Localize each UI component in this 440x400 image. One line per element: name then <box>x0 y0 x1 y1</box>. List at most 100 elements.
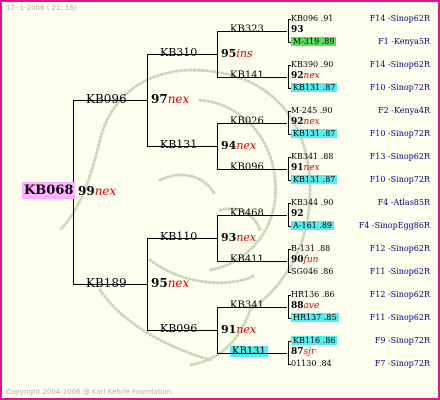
gen2-bracket <box>217 122 218 169</box>
gen4-ancestor: KB116 .86 <box>291 336 338 345</box>
gen3-bracket-top <box>288 203 291 204</box>
gen4-breeder-code: F11 -Sinop62R <box>369 313 430 322</box>
gen3-node-name: KB468 <box>230 207 264 219</box>
gen3-bracket <box>288 203 289 226</box>
gen4-breeder-code: F7 -Sinop72R <box>374 359 430 368</box>
gen3-bracket <box>288 111 289 134</box>
gen2-node: KB096 <box>160 323 197 334</box>
gen4-ancestor-label: KB131 .87 <box>291 129 338 138</box>
gen4-ancestor: KB131 .87 <box>291 175 338 184</box>
gen3-bracket-bottom <box>288 134 291 135</box>
gen2-node: KB310 <box>160 47 197 58</box>
gen2-node-score: 95ins <box>221 48 253 59</box>
gen3-connector <box>217 352 287 354</box>
gen3-node-score-suffix: ave <box>303 300 320 311</box>
gen3-bracket <box>288 65 289 88</box>
gen1-node-score-number: 97 <box>151 91 168 106</box>
gen3-connector <box>217 260 287 262</box>
gen3-node-score: 92nex <box>291 70 320 81</box>
gen4-breeder-code: F10 -Sinop72R <box>369 83 430 92</box>
gen3-node: KB131 <box>230 345 268 357</box>
gen0-node: KB068 <box>22 181 76 199</box>
gen4-breeder-code: F4 -Atlas85R <box>377 198 430 207</box>
gen4-breeder-code: F12 -Sinop62R <box>369 290 430 299</box>
gen2-node-name: KB096 <box>160 321 198 335</box>
gen4-ancestor: KB131 .87 <box>291 83 338 92</box>
gen3-node-score-suffix: sjr <box>303 346 316 357</box>
report-timestamp: 17- 1-2006 ( 21: 16) <box>6 4 77 12</box>
gen3-connector <box>217 168 287 170</box>
gen3-node-name: KB323 <box>230 23 264 35</box>
gen1-node-score-suffix: nex <box>167 275 190 290</box>
gen3-bracket-bottom <box>288 88 291 89</box>
gen3-bracket-top <box>288 341 291 342</box>
gen4-ancestor-label: KB131 .87 <box>291 83 338 92</box>
gen4-ancestor: KB344 .90 <box>291 199 333 207</box>
gen1-node: KB096 <box>86 93 127 105</box>
gen0-node-score-number: 99 <box>78 183 95 198</box>
gen2-node-score: 93nex <box>221 232 256 243</box>
gen2-node-score-number: 95 <box>221 46 237 60</box>
gen3-bracket <box>288 295 289 318</box>
gen1-bracket <box>147 53 148 146</box>
gen4-breeder-code: F10 -Sinop72R <box>369 129 430 138</box>
gen2-node: KB131 <box>160 139 197 150</box>
gen2-bracket <box>217 30 218 77</box>
gen3-node-score-suffix: nex <box>303 162 320 173</box>
gen2-node-score: 91nex <box>221 324 256 335</box>
gen4-ancestor-label: KB131 .87 <box>291 175 338 184</box>
gen3-node-score-number: 90 <box>291 254 304 265</box>
gen2-node-score-number: 93 <box>221 230 237 244</box>
gen4-ancestor-label: M-245 .90 <box>291 106 333 115</box>
gen1-node-score-number: 95 <box>151 275 168 290</box>
gen2-node-score-suffix: nex <box>236 230 257 244</box>
gen1-bracket <box>147 237 148 330</box>
gen4-ancestor: 01130 .84 <box>291 360 332 368</box>
gen2-node-score-suffix: nex <box>236 138 257 152</box>
gen3-node-score-number: 91 <box>291 162 304 173</box>
gen3-connector <box>217 122 287 124</box>
gen3-node-score-number: 88 <box>291 300 304 311</box>
gen4-breeder-code: F4 -SinopEgg86R <box>358 221 430 230</box>
gen2-node-score: 94nex <box>221 140 256 151</box>
gen4-ancestor: SG046 .86 <box>291 268 333 276</box>
gen3-node-name: KB141 <box>230 69 264 81</box>
gen3-bracket <box>288 19 289 42</box>
gen3-bracket <box>288 157 289 180</box>
gen4-ancestor-label: HR137 .85 <box>291 313 339 322</box>
gen3-node: KB323 <box>230 23 264 35</box>
gen4-ancestor-label: A-161 .89 <box>291 221 335 230</box>
gen3-bracket-bottom <box>288 364 291 365</box>
gen1-node-score: 95nex <box>151 277 189 289</box>
gen3-node-score-suffix: nex <box>303 70 320 81</box>
gen2-node: KB110 <box>160 231 197 242</box>
gen3-bracket-top <box>288 295 291 296</box>
gen4-breeder-code: F14 -Sinop62R <box>369 60 430 69</box>
gen1-node-score-suffix: nex <box>167 91 190 106</box>
gen2-node-name: KB131 <box>160 137 198 151</box>
gen2-node-name: KB310 <box>160 45 198 59</box>
gen1-node-name: KB096 <box>86 91 127 106</box>
gen4-ancestor: A-161 .89 <box>291 221 335 230</box>
gen4-breeder-code: F10 -Sinop72R <box>369 175 430 184</box>
gen3-node-score-number: 93 <box>291 24 304 35</box>
gen3-connector <box>217 76 287 78</box>
gen3-bracket-bottom <box>288 226 291 227</box>
gen2-connector <box>147 145 217 147</box>
gen3-node-score: 87sjr <box>291 346 316 357</box>
gen1-connector <box>73 283 147 285</box>
gen4-ancestor: KB131 .87 <box>291 129 338 138</box>
gen3-bracket-bottom <box>288 318 291 319</box>
gen4-breeder-code: F9 -Sinop72R <box>374 336 430 345</box>
gen2-bracket <box>217 214 218 261</box>
copyright-footer: Copyright 2004-2006 @ Karl Kehrle Founda… <box>6 388 174 396</box>
gen2-node-score-number: 91 <box>221 322 237 336</box>
gen3-bracket <box>288 249 289 272</box>
gen4-breeder-code: F1 -Kenya5R <box>378 37 430 46</box>
gen3-node-score-suffix: fun <box>303 254 319 265</box>
gen3-node: KB141 <box>230 69 264 81</box>
gen3-node-score: 92 <box>291 209 304 219</box>
gen4-breeder-code: F12 -Sinop62R <box>369 244 430 253</box>
gen4-ancestor-label: KB390 .90 <box>291 60 334 69</box>
gen3-bracket-top <box>288 111 291 112</box>
